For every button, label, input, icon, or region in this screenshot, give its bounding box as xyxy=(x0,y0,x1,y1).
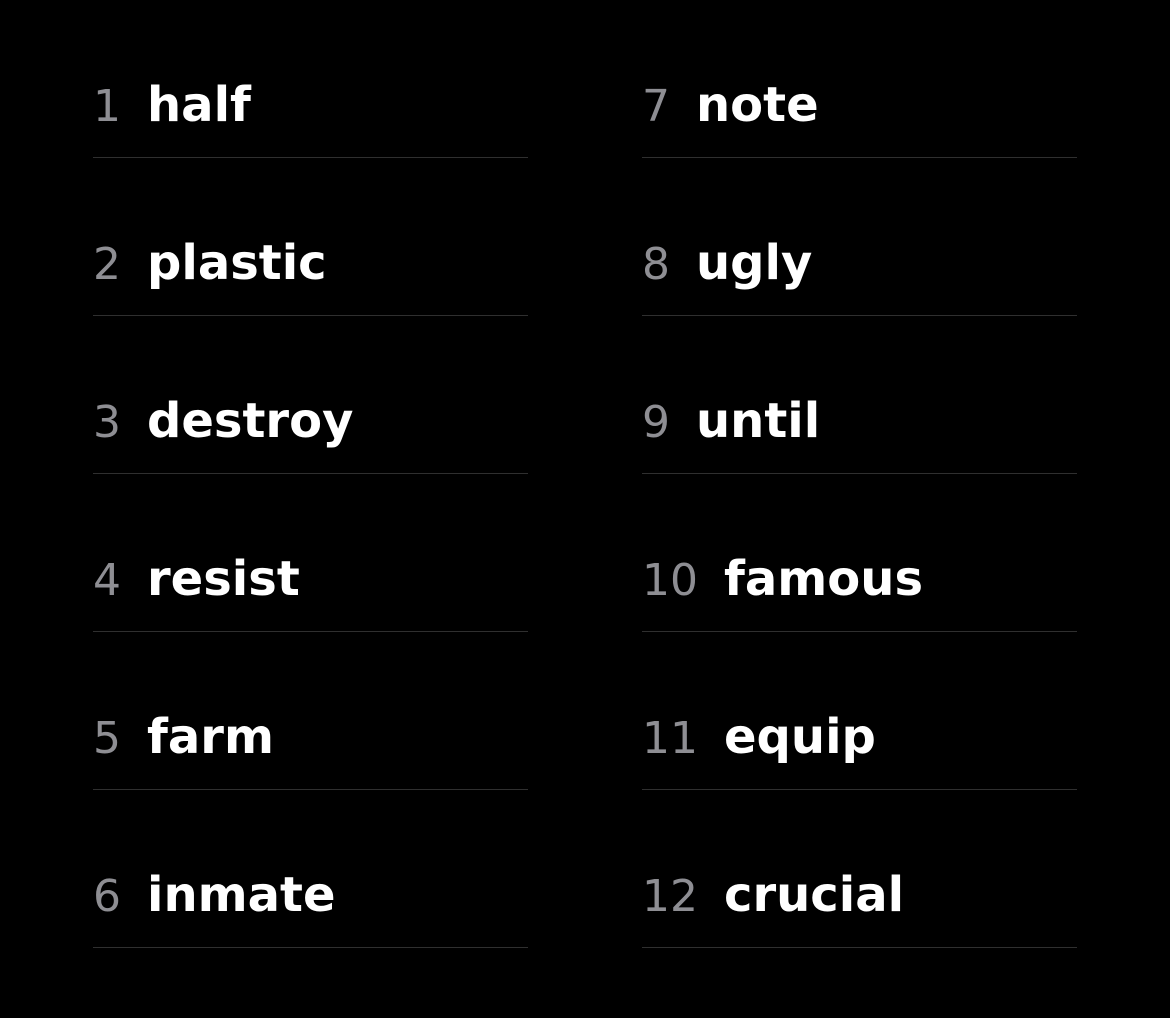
seed-word-number: 5 xyxy=(93,713,121,764)
seed-word-row: 8 ugly xyxy=(642,158,1077,316)
seed-phrase-grid: 1 half 2 plastic 3 destroy 4 resist 5 fa… xyxy=(0,0,1170,1018)
seed-word: half xyxy=(147,77,251,133)
seed-word: equip xyxy=(724,709,876,765)
seed-word-number: 1 xyxy=(93,81,121,132)
seed-word-row: 3 destroy xyxy=(93,316,528,474)
seed-word-row: 1 half xyxy=(93,0,528,158)
seed-word-number: 11 xyxy=(642,713,698,764)
seed-word-number: 7 xyxy=(642,81,670,132)
seed-word: ugly xyxy=(696,235,813,291)
seed-word: inmate xyxy=(147,867,336,923)
seed-word-row: 4 resist xyxy=(93,474,528,632)
seed-word: farm xyxy=(147,709,274,765)
seed-word-number: 2 xyxy=(93,239,121,290)
seed-word-number: 12 xyxy=(642,871,698,922)
seed-word-number: 3 xyxy=(93,397,121,448)
seed-word-number: 6 xyxy=(93,871,121,922)
seed-word-number: 8 xyxy=(642,239,670,290)
seed-word-number: 9 xyxy=(642,397,670,448)
seed-word: destroy xyxy=(147,393,354,449)
seed-word-number: 10 xyxy=(642,555,698,606)
seed-word: note xyxy=(696,77,819,133)
seed-word-row: 6 inmate xyxy=(93,790,528,948)
seed-word: resist xyxy=(147,551,300,607)
seed-word-number: 4 xyxy=(93,555,121,606)
seed-word-row: 2 plastic xyxy=(93,158,528,316)
seed-word-row: 7 note xyxy=(642,0,1077,158)
seed-word-row: 10 famous xyxy=(642,474,1077,632)
seed-word-row: 12 crucial xyxy=(642,790,1077,948)
seed-word: plastic xyxy=(147,235,327,291)
seed-column-left: 1 half 2 plastic 3 destroy 4 resist 5 fa… xyxy=(93,0,528,948)
seed-word-row: 5 farm xyxy=(93,632,528,790)
seed-word-row: 11 equip xyxy=(642,632,1077,790)
seed-word: until xyxy=(696,393,821,449)
seed-column-right: 7 note 8 ugly 9 until 10 famous 11 equip… xyxy=(642,0,1077,948)
seed-word: famous xyxy=(724,551,924,607)
seed-word: crucial xyxy=(724,867,905,923)
seed-word-row: 9 until xyxy=(642,316,1077,474)
